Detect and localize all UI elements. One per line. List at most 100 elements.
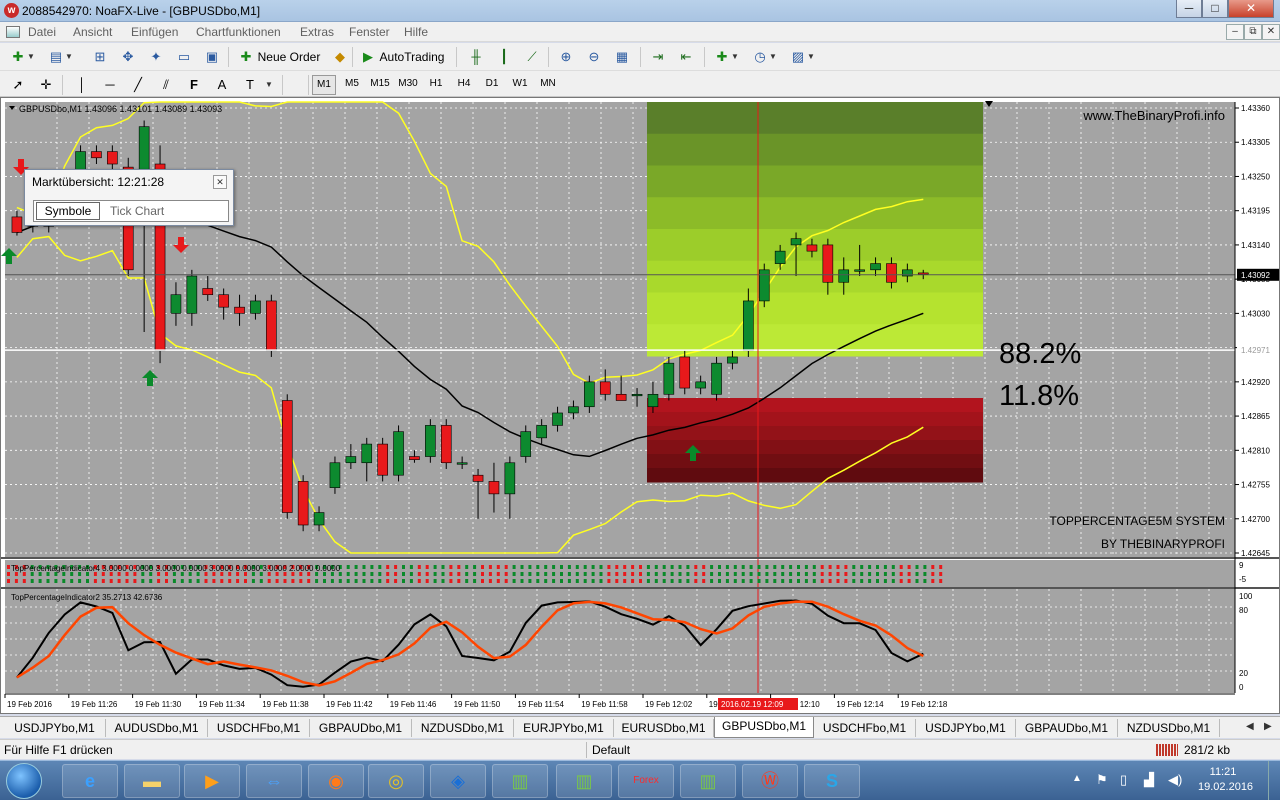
new-order-button[interactable]: Neue Order xyxy=(256,46,322,68)
symbol-tab[interactable]: USDCHFbo,M1 xyxy=(814,719,916,737)
minimize-button[interactable]: ─ xyxy=(1176,0,1202,18)
chart-shift-icon[interactable]: ⇥ xyxy=(648,47,668,67)
metatrader-icon-2[interactable]: ▥ xyxy=(556,764,612,798)
text-label-icon[interactable]: T xyxy=(240,75,260,95)
tab-tick-chart[interactable]: Tick Chart xyxy=(110,204,164,218)
internet-explorer-icon[interactable]: e xyxy=(62,764,118,798)
noafx-terminal-icon[interactable]: Ⓦ xyxy=(742,764,798,798)
dropdown-arrow-icon[interactable]: ▼ xyxy=(730,47,740,67)
network-icon[interactable]: ▟ xyxy=(1144,772,1154,788)
new-chart-icon[interactable]: ✚ xyxy=(8,47,28,67)
navigator-icon[interactable]: ✦ xyxy=(146,47,166,67)
line-chart-icon[interactable]: ⟋ xyxy=(522,47,542,67)
channel-icon[interactable]: ⫽ xyxy=(156,75,176,95)
horizontal-line-icon[interactable]: ─ xyxy=(100,75,120,95)
symbol-tab[interactable]: USDCHFbo,M1 xyxy=(208,719,310,737)
menu-einfgen[interactable]: Einfügen xyxy=(131,25,178,39)
symbol-tab[interactable]: NZDUSDbo,M1 xyxy=(1118,719,1220,737)
bar-chart-icon[interactable]: ╫ xyxy=(466,47,486,67)
teamviewer-icon[interactable]: ⇔ xyxy=(246,764,302,798)
symbol-tab[interactable]: GBPAUDbo,M1 xyxy=(1016,719,1118,737)
symbol-tab[interactable]: GBPUSDbo,M1 xyxy=(714,717,814,738)
dropdown-arrow-icon[interactable]: ▼ xyxy=(264,75,274,95)
profiles-icon[interactable]: ▤ xyxy=(46,47,66,67)
close-button[interactable]: ✕ xyxy=(1228,0,1274,18)
flag-icon[interactable]: ⚑ xyxy=(1096,772,1108,788)
fibonacci-icon[interactable]: F xyxy=(184,75,204,95)
timeframe-m5[interactable]: M5 xyxy=(340,75,364,93)
menu-fenster[interactable]: Fenster xyxy=(349,25,390,39)
periods-icon[interactable]: ◷ xyxy=(750,47,770,67)
auto-scroll-icon[interactable]: ⇤ xyxy=(676,47,696,67)
timeframe-mn[interactable]: MN xyxy=(536,75,560,93)
cursor-icon[interactable]: ➚ xyxy=(8,75,28,95)
trendline-icon[interactable]: ╱ xyxy=(128,75,148,95)
tab-symbols[interactable]: Symbole xyxy=(36,202,100,220)
strategy-tester-icon[interactable]: ▣ xyxy=(202,47,222,67)
symbol-tab[interactable]: USDJPYbo,M1 xyxy=(4,719,106,737)
dropdown-arrow-icon[interactable]: ▼ xyxy=(768,47,778,67)
autotrading-icon[interactable]: ▶ xyxy=(358,47,378,67)
metatrader-icon[interactable]: ▥ xyxy=(492,764,548,798)
menu-datei[interactable]: Datei xyxy=(28,25,56,39)
firefox-icon[interactable]: ◉ xyxy=(308,764,364,798)
media-player-icon[interactable]: ▶ xyxy=(184,764,240,798)
market-watch-close-button[interactable]: ✕ xyxy=(213,175,227,189)
symbol-tab[interactable]: NZDUSDbo,M1 xyxy=(412,719,514,737)
symbol-tab[interactable]: USDJPYbo,M1 xyxy=(916,719,1016,737)
metatrader-icon-3[interactable]: ▥ xyxy=(680,764,736,798)
menu-ansicht[interactable]: Ansicht xyxy=(73,25,112,39)
symbol-tab[interactable]: EURUSDbo,M1 xyxy=(614,719,714,737)
dropdown-arrow-icon[interactable]: ▼ xyxy=(64,47,74,67)
file-explorer-icon[interactable]: ▬ xyxy=(124,764,180,798)
metaeditor-icon[interactable]: ◆ xyxy=(330,47,350,67)
volume-icon[interactable]: ◀) xyxy=(1168,772,1182,788)
system-clock[interactable]: 11:21 19.02.2016 xyxy=(1198,765,1253,795)
symbol-tab[interactable]: AUDUSDbo,M1 xyxy=(106,719,208,737)
mdi-close-button[interactable]: ✕ xyxy=(1262,24,1280,40)
text-tool-icon[interactable]: A xyxy=(212,75,232,95)
menu-extras[interactable]: Extras xyxy=(300,25,334,39)
timeframe-w1[interactable]: W1 xyxy=(508,75,532,93)
data-window-icon[interactable]: ✥ xyxy=(118,47,138,67)
zoom-in-icon[interactable]: ⊕ xyxy=(556,47,576,67)
new-order-icon[interactable]: ✚ xyxy=(236,47,256,67)
indicators-icon[interactable]: ✚ xyxy=(712,47,732,67)
timeframe-h1[interactable]: H1 xyxy=(424,75,448,93)
dropdown-arrow-icon[interactable]: ▼ xyxy=(806,47,816,67)
vertical-line-icon[interactable]: │ xyxy=(72,75,92,95)
symbol-tab[interactable]: EURJPYbo,M1 xyxy=(514,719,614,737)
skype-icon[interactable]: S xyxy=(804,764,860,798)
timeframe-h4[interactable]: H4 xyxy=(452,75,476,93)
candlestick-icon[interactable]: ┃ xyxy=(494,47,514,67)
terminal-icon[interactable]: ▭ xyxy=(174,47,194,67)
timeframe-m1[interactable]: M1 xyxy=(312,75,336,95)
timeframe-m15[interactable]: M15 xyxy=(368,75,392,93)
timeframe-m30[interactable]: M30 xyxy=(396,75,420,93)
noafx-icon[interactable]: Forex xyxy=(618,764,674,798)
symbol-tab[interactable]: GBPAUDbo,M1 xyxy=(310,719,412,737)
chart-window[interactable]: 1.43360 1.43305 1.43250 1.43195 1.43140 1.430… xyxy=(0,97,1280,714)
maximize-button[interactable]: □ xyxy=(1202,0,1228,18)
app-icon-blue[interactable]: ◈ xyxy=(430,764,486,798)
tile-windows-icon[interactable]: ▦ xyxy=(612,47,632,67)
chrome-icon[interactable]: ◎ xyxy=(368,764,424,798)
dropdown-arrow-icon[interactable]: ▼ xyxy=(26,47,36,67)
timeframe-d1[interactable]: D1 xyxy=(480,75,504,93)
start-button[interactable] xyxy=(6,763,42,799)
tab-scroll-left-icon[interactable]: ◀ xyxy=(1246,721,1254,732)
crosshair-icon[interactable]: ✛ xyxy=(36,75,56,95)
market-watch-window[interactable]: Marktübersicht: 12:21:28 ✕ Symbole Tick … xyxy=(24,169,234,226)
mdi-restore-button[interactable]: ⧉ xyxy=(1244,24,1262,40)
market-watch-icon[interactable]: ⊞ xyxy=(90,47,110,67)
templates-icon[interactable]: ▨ xyxy=(788,47,808,67)
autotrading-button[interactable]: AutoTrading xyxy=(376,46,448,68)
menu-hilfe[interactable]: Hilfe xyxy=(404,25,428,39)
show-desktop-button[interactable] xyxy=(1268,761,1280,800)
zoom-out-icon[interactable]: ⊖ xyxy=(584,47,604,67)
tab-scroll-right-icon[interactable]: ▶ xyxy=(1264,721,1272,732)
tray-expand-icon[interactable]: ▲ xyxy=(1072,773,1082,784)
mdi-minimize-button[interactable]: – xyxy=(1226,24,1244,40)
battery-icon[interactable]: ▯ xyxy=(1120,772,1127,788)
menu-chartfunktionen[interactable]: Chartfunktionen xyxy=(196,25,281,39)
